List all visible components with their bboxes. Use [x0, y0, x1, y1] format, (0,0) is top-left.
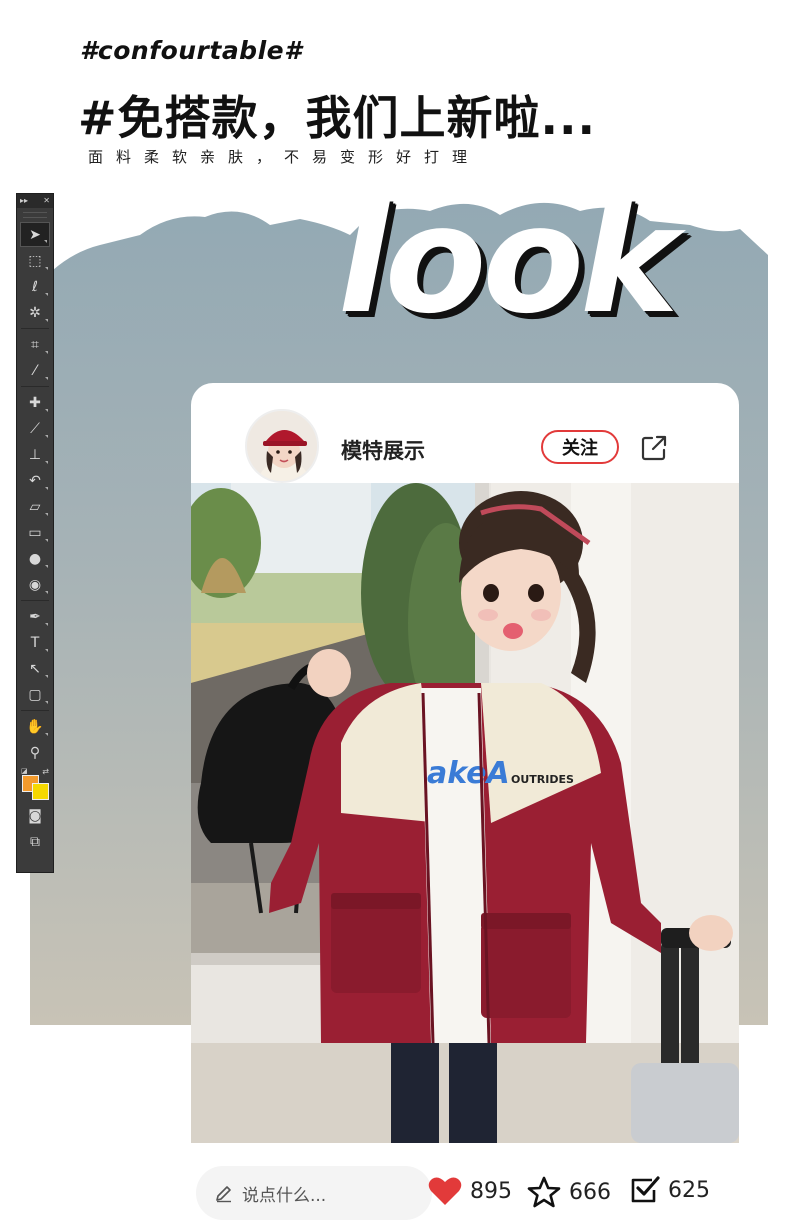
lasso-tool-icon[interactable]: ℓ [20, 274, 50, 299]
page-headline: #免搭款，我们上新啦... [78, 91, 596, 145]
share-count-button[interactable]: 625 [630, 1176, 710, 1204]
avatar-girl-illustration [247, 411, 317, 481]
jacket-print-text: OUTRIDES [511, 773, 574, 786]
page-subline: 面料柔软亲肤，不易变形好打理 [88, 148, 481, 166]
shape-tool-icon[interactable]: ▢ [20, 682, 50, 707]
background-color-swatch[interactable] [32, 783, 49, 800]
history-brush-tool-icon[interactable]: ↶ [20, 468, 50, 493]
shirt-print-text: akeA [427, 756, 510, 791]
comment-placeholder: 说点什么... [242, 1185, 327, 1206]
share-icon[interactable] [639, 433, 669, 463]
quick-mask-icon[interactable]: ◙ [20, 803, 50, 828]
heart-icon [428, 1177, 462, 1205]
brush-tool-icon[interactable]: ⟋ [20, 416, 50, 441]
dodge-tool-icon[interactable]: ◉ [20, 572, 50, 597]
avatar[interactable] [245, 409, 319, 483]
model-photo: akeA OUTRIDES [191, 483, 739, 1143]
username[interactable]: 模特展示 [341, 435, 425, 465]
zoom-tool-icon[interactable]: ⚲ [20, 740, 50, 765]
follow-button[interactable]: 关注 [541, 430, 619, 464]
share-count: 625 [668, 1177, 710, 1203]
checkbox-icon [631, 1176, 660, 1203]
pen-tool-icon[interactable]: ✒ [20, 604, 50, 629]
favorite-button[interactable]: 666 [527, 1176, 611, 1208]
look-hero-word: look [338, 174, 679, 346]
toolbox-titlebar[interactable]: ▸▸ ✕ [17, 194, 53, 208]
healing-brush-tool-icon[interactable]: ✚ [20, 390, 50, 415]
eraser-tool-icon[interactable]: ▱ [20, 494, 50, 519]
move-tool-icon[interactable]: ➤ [20, 222, 50, 247]
toolbox-grip[interactable] [23, 212, 47, 218]
screen-mode-icon[interactable]: ⧉ [20, 829, 50, 854]
clone-stamp-tool-icon[interactable]: ⊥ [20, 442, 50, 467]
swap-colors-icon[interactable]: ⇄ [42, 767, 49, 776]
blur-tool-icon[interactable]: ● [20, 546, 50, 571]
like-count: 895 [470, 1178, 512, 1204]
favorite-count: 666 [569, 1179, 611, 1205]
pencil-icon [216, 1186, 231, 1203]
crop-tool-icon[interactable]: ⌗ [20, 332, 50, 357]
gradient-tool-icon[interactable]: ▭ [20, 520, 50, 545]
collapse-icon[interactable]: ▸▸ [20, 197, 28, 205]
marquee-tool-icon[interactable]: ⬚ [20, 248, 50, 273]
default-colors-icon[interactable]: ◪ [21, 767, 28, 775]
color-swatches[interactable]: ◪ ⇄ [20, 767, 50, 801]
path-selection-tool-icon[interactable]: ↖ [20, 656, 50, 681]
type-tool-icon[interactable]: T [20, 630, 50, 655]
post-card: 模特展示 关注 akeA OUTRIDES [191, 383, 739, 1143]
star-icon [527, 1176, 561, 1208]
hashtag-title: #confourtable# [80, 36, 303, 65]
comment-input[interactable]: 说点什么... [196, 1166, 432, 1220]
photoshop-toolbox[interactable]: ▸▸ ✕ ➤ ⬚ ℓ ✲ ⌗ ⁄ ✚ ⟋ ⊥ ↶ ▱ ▭ ● ◉ ✒ T ↖ ▢… [16, 193, 54, 873]
hand-tool-icon[interactable]: ✋ [20, 714, 50, 739]
magic-wand-tool-icon[interactable]: ✲ [20, 300, 50, 325]
like-button[interactable]: 895 [428, 1176, 512, 1206]
close-icon[interactable]: ✕ [43, 197, 50, 205]
eyedropper-tool-icon[interactable]: ⁄ [20, 358, 50, 383]
